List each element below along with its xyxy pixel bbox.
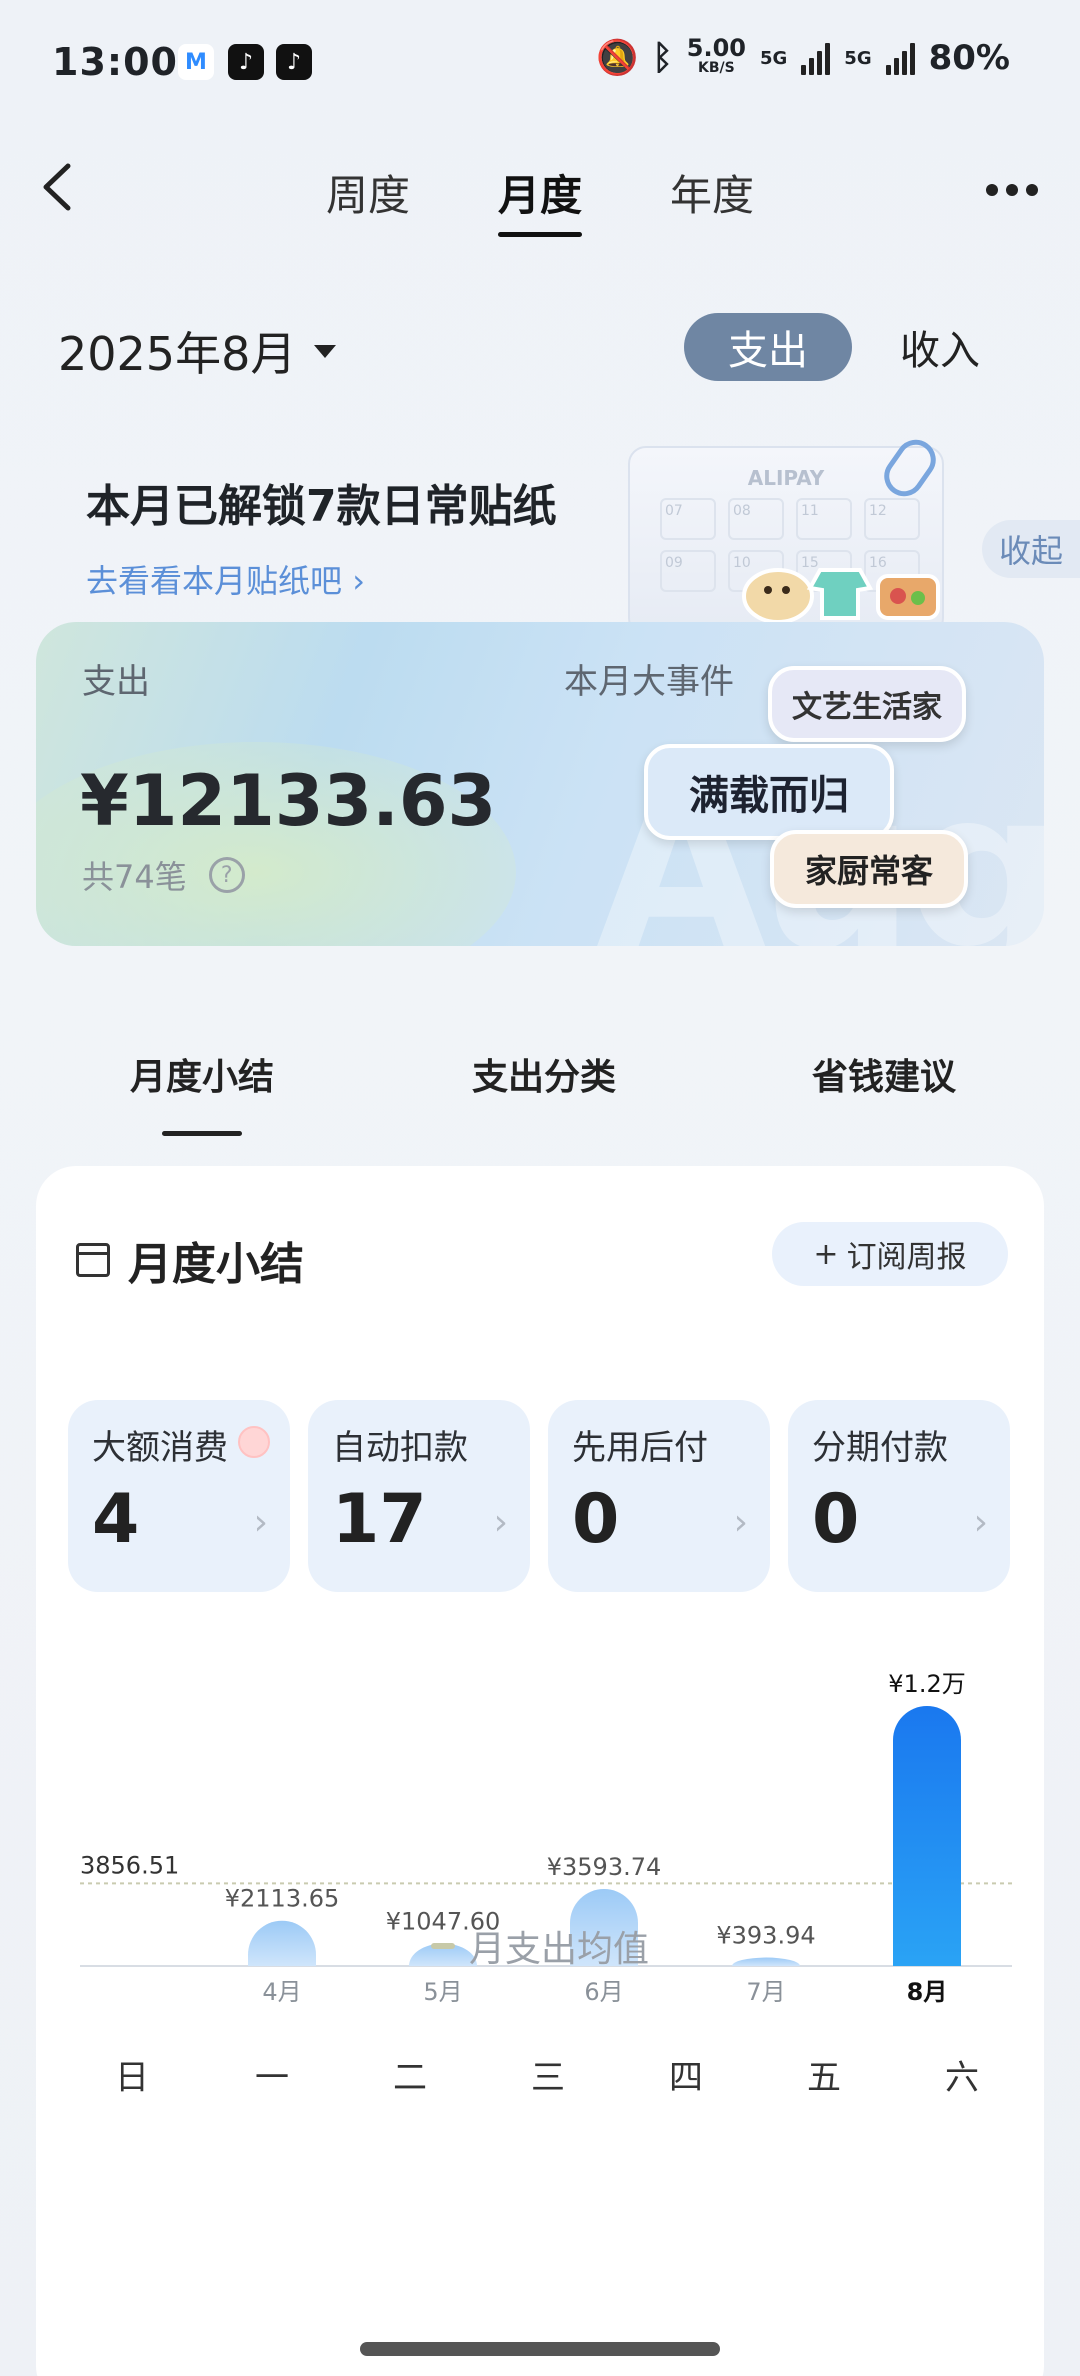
home-indicator[interactable] xyxy=(360,2342,720,2356)
chart-legend: 月支出均值 xyxy=(0,1920,1080,1972)
x-tick-label: 6月 xyxy=(584,1978,623,2006)
x-tick-label: 4月 xyxy=(262,1978,301,2006)
x-tick-label: 5月 xyxy=(423,1978,462,2006)
weekday-label: 二 xyxy=(393,2058,427,2098)
bar-value-label: ¥2113.65 xyxy=(225,1885,340,1913)
weekday-label: 一 xyxy=(255,2058,289,2098)
x-tick-label: 7月 xyxy=(746,1978,785,2006)
weekday-label: 日 xyxy=(115,2058,149,2098)
average-label: 3856.51 xyxy=(80,1851,179,1879)
weekday-label: 五 xyxy=(807,2058,841,2098)
bar-value-label: ¥1.2万 xyxy=(888,1670,965,1698)
weekday-label: 六 xyxy=(945,2058,979,2098)
legend-label: 月支出均值 xyxy=(468,1929,649,1970)
weekday-label: 四 xyxy=(669,2058,703,2098)
x-tick-label: 8月 xyxy=(907,1978,948,2006)
weekday-label: 三 xyxy=(531,2058,565,2098)
bar-value-label: ¥3593.74 xyxy=(547,1853,662,1881)
legend-swatch xyxy=(430,1943,455,1949)
monthly-spend-chart: 3856.51¥2113.654月¥1047.605月¥3593.746月¥39… xyxy=(80,1670,1012,2006)
